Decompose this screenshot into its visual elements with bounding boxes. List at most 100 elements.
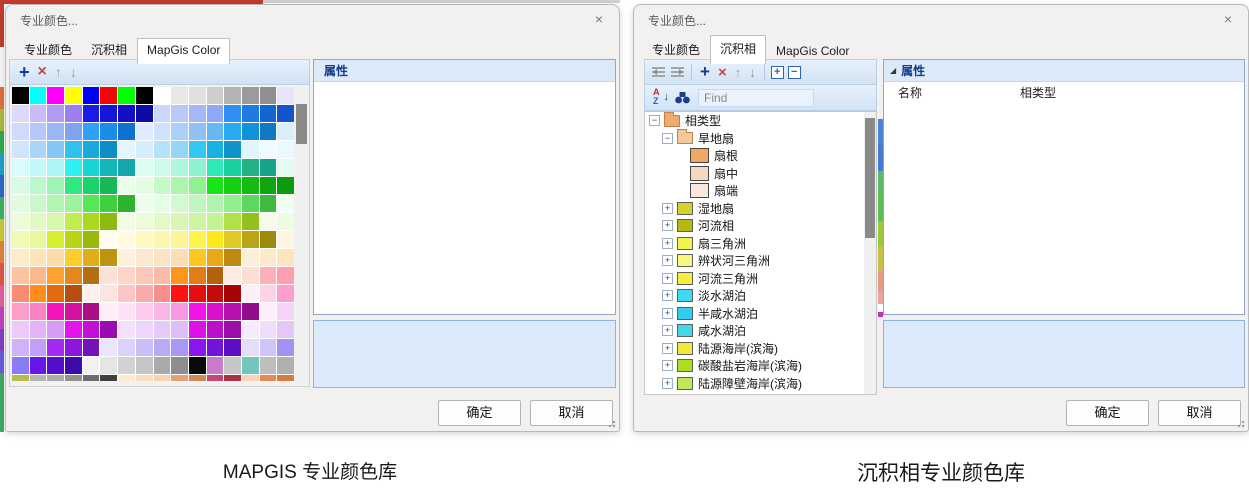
indent-icon[interactable]	[671, 67, 684, 77]
outdent-icon[interactable]	[652, 67, 665, 77]
palette-cell[interactable]	[171, 123, 188, 140]
palette-cell[interactable]	[83, 159, 100, 176]
palette-cell[interactable]	[12, 321, 29, 338]
palette-cell[interactable]	[83, 87, 100, 104]
palette-cell[interactable]	[277, 123, 294, 140]
palette-cell[interactable]	[207, 87, 224, 104]
palette-cell[interactable]	[118, 123, 135, 140]
palette-cell[interactable]	[171, 195, 188, 212]
add-icon[interactable]: +	[700, 62, 710, 82]
palette-cell[interactable]	[171, 321, 188, 338]
palette-cell[interactable]	[118, 303, 135, 320]
palette-cell[interactable]	[83, 105, 100, 122]
palette-cell[interactable]	[189, 105, 206, 122]
palette-cell[interactable]	[65, 195, 82, 212]
palette-cell[interactable]	[224, 123, 241, 140]
palette-cell[interactable]	[12, 339, 29, 356]
palette-cell[interactable]	[100, 87, 117, 104]
palette-cell[interactable]	[207, 177, 224, 194]
palette-cell[interactable]	[242, 87, 259, 104]
palette-cell[interactable]	[260, 231, 277, 248]
palette-cell[interactable]	[118, 249, 135, 266]
palette-cell[interactable]	[207, 303, 224, 320]
expand-all-icon[interactable]: +	[771, 66, 784, 79]
palette-cell[interactable]	[136, 303, 153, 320]
palette-cell[interactable]	[30, 87, 47, 104]
palette-cell[interactable]	[171, 177, 188, 194]
tree-item[interactable]: −相类型	[645, 112, 876, 130]
palette-cell[interactable]	[47, 87, 64, 104]
palette-cell[interactable]	[136, 177, 153, 194]
palette-cell[interactable]	[189, 87, 206, 104]
palette-cell[interactable]	[171, 357, 188, 374]
tree-item[interactable]: +辨状河三角洲	[645, 252, 876, 270]
palette-cell[interactable]	[260, 177, 277, 194]
palette-cell[interactable]	[47, 123, 64, 140]
palette-cell[interactable]	[65, 177, 82, 194]
palette-cell[interactable]	[83, 357, 100, 374]
palette-cell[interactable]	[277, 357, 294, 374]
palette-cell[interactable]	[30, 321, 47, 338]
palette-cell[interactable]	[136, 357, 153, 374]
palette-cell[interactable]	[136, 339, 153, 356]
palette-cell[interactable]	[154, 375, 171, 381]
palette-cell[interactable]	[30, 375, 47, 381]
palette-cell[interactable]	[154, 339, 171, 356]
palette-cell[interactable]	[30, 339, 47, 356]
palette-cell[interactable]	[65, 357, 82, 374]
palette-cell[interactable]	[242, 321, 259, 338]
tree-item[interactable]: −旱地扇	[645, 130, 876, 148]
palette-cell[interactable]	[65, 375, 82, 381]
palette-cell[interactable]	[65, 123, 82, 140]
palette-cell[interactable]	[30, 105, 47, 122]
move-down-icon[interactable]: ↓	[70, 64, 77, 80]
palette-cell[interactable]	[30, 303, 47, 320]
palette-cell[interactable]	[12, 285, 29, 302]
palette-cell[interactable]	[83, 285, 100, 302]
palette-cell[interactable]	[224, 159, 241, 176]
palette-cell[interactable]	[260, 123, 277, 140]
palette-cell[interactable]	[224, 285, 241, 302]
palette-cell[interactable]	[154, 231, 171, 248]
palette-cell[interactable]	[136, 141, 153, 158]
palette-cell[interactable]	[47, 177, 64, 194]
palette-cell[interactable]	[154, 249, 171, 266]
palette-cell[interactable]	[30, 357, 47, 374]
palette-cell[interactable]	[47, 357, 64, 374]
tree-scrollbar-thumb[interactable]	[865, 118, 875, 238]
expand-node-icon[interactable]: +	[662, 220, 673, 231]
delete-icon[interactable]: ×	[38, 63, 47, 81]
palette-cell[interactable]	[242, 141, 259, 158]
palette-cell[interactable]	[47, 195, 64, 212]
palette-cell[interactable]	[65, 249, 82, 266]
palette-cell[interactable]	[189, 303, 206, 320]
palette-cell[interactable]	[118, 195, 135, 212]
palette-cell[interactable]	[242, 213, 259, 230]
palette-cell[interactable]	[100, 159, 117, 176]
palette-cell[interactable]	[30, 213, 47, 230]
palette-cell[interactable]	[100, 321, 117, 338]
palette-cell[interactable]	[189, 357, 206, 374]
palette-cell[interactable]	[100, 249, 117, 266]
collapse-all-icon[interactable]: −	[788, 66, 801, 79]
palette-cell[interactable]	[260, 87, 277, 104]
palette-cell[interactable]	[207, 195, 224, 212]
palette-cell[interactable]	[154, 285, 171, 302]
palette-cell[interactable]	[47, 213, 64, 230]
palette-cell[interactable]	[260, 303, 277, 320]
tree-item[interactable]: +陆源海岸(滨海)	[645, 340, 876, 358]
palette-cell[interactable]	[100, 213, 117, 230]
palette-cell[interactable]	[189, 123, 206, 140]
palette-cell[interactable]	[100, 105, 117, 122]
palette-cell[interactable]	[171, 231, 188, 248]
palette-cell[interactable]	[118, 141, 135, 158]
palette-cell[interactable]	[189, 339, 206, 356]
palette-cell[interactable]	[277, 87, 294, 104]
palette-cell[interactable]	[242, 123, 259, 140]
palette-cell[interactable]	[171, 213, 188, 230]
palette-cell[interactable]	[189, 195, 206, 212]
palette-cell[interactable]	[171, 375, 188, 381]
palette-cell[interactable]	[242, 267, 259, 284]
palette-cell[interactable]	[65, 213, 82, 230]
palette-cell[interactable]	[100, 375, 117, 381]
